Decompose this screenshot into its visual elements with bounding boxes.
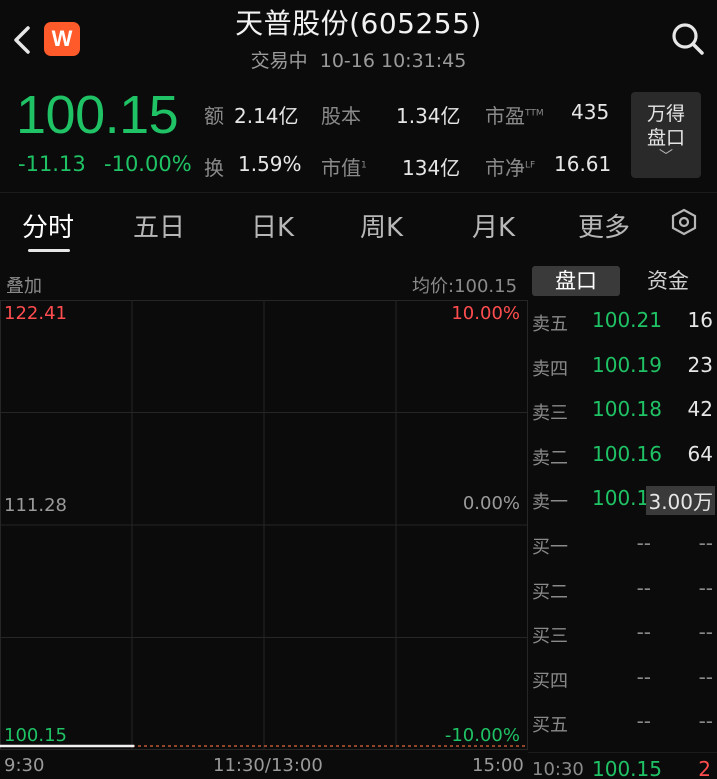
intraday-chart[interactable]	[0, 300, 528, 750]
pe-value: 435	[571, 100, 610, 124]
x-axis-close: 15:00	[472, 755, 524, 776]
buy-level-price: --	[636, 709, 651, 734]
sell-level-price: 100.18	[592, 397, 662, 422]
mktcap-label-text: 市值	[321, 156, 361, 180]
pb-value: 16.61	[554, 152, 612, 176]
wind-orderbook-button[interactable]: 万得 盘口 ﹀	[631, 92, 701, 178]
sell-level-price: 100.19	[592, 352, 662, 377]
quote-panel: 100.15 -11.13 -10.00% 额 2.14亿 换 1.59% 股本…	[0, 80, 717, 190]
price-change: -11.13	[18, 152, 86, 176]
y-axis-bottom-left: 100.15	[4, 725, 67, 746]
chevron-down-icon: ﹀	[659, 149, 673, 165]
timestamp: 10-16 10:31:45	[319, 50, 467, 72]
buy-level-price: --	[636, 620, 651, 645]
sell-row[interactable]: 卖二 100.16 64	[528, 434, 717, 478]
x-axis-open: 9:30	[4, 755, 45, 776]
buy-row[interactable]: 买三 -- --	[528, 612, 717, 656]
tab-intraday[interactable]: 分时	[22, 207, 74, 244]
buy-level-label: 买二	[532, 581, 568, 603]
buy-level-price: --	[636, 664, 651, 689]
buy-level-label: 买四	[532, 670, 568, 692]
sell-level-label: 卖一	[532, 492, 568, 514]
amount-label: 额	[204, 104, 224, 128]
pe-label-text: 市盈	[485, 104, 525, 128]
shares-label: 股本	[321, 104, 361, 128]
sell-level-label: 卖五	[532, 314, 568, 335]
buy-level-price: --	[636, 575, 651, 600]
tick-price: 100.15	[592, 757, 662, 779]
turnover-value: 1.59%	[238, 152, 302, 176]
pb-sup: LF	[525, 160, 536, 171]
active-tab-indicator	[28, 249, 70, 252]
tab-orderbook[interactable]: 盘口	[532, 266, 620, 296]
x-axis-midday: 11:30/13:00	[213, 755, 323, 776]
average-price: 均价:100.15	[412, 276, 518, 297]
stock-title: 天普股份(605255)	[235, 7, 482, 40]
turnover-label: 换	[204, 156, 224, 180]
wind-button-line2: 盘口	[646, 127, 685, 149]
tick-volume: 2	[698, 757, 711, 779]
buy-row[interactable]: 买五 -- --	[528, 701, 717, 745]
sell-level-price: 100.21	[592, 308, 662, 332]
buy-level-volume: --	[698, 664, 713, 689]
sell-level-volume: 3.00万	[646, 486, 715, 516]
buy-row[interactable]: 买四 -- --	[528, 657, 717, 701]
tab-weekly-k[interactable]: 周K	[360, 207, 403, 244]
buy-level-volume: --	[698, 531, 713, 555]
shares-value: 1.34亿	[396, 104, 461, 128]
last-price: 100.15	[16, 85, 179, 145]
sell-row[interactable]: 卖四 100.19 23	[528, 345, 717, 389]
pb-label: 市净LF	[485, 152, 535, 181]
orderbook-tabs: 盘口 资金	[532, 266, 717, 298]
sell-level-label: 卖二	[532, 447, 568, 469]
sell-row[interactable]: 卖三 100.18 42	[528, 389, 717, 433]
trading-status: 交易中 10-16 10:31:45	[0, 46, 717, 73]
buy-level-volume: --	[698, 620, 713, 645]
tab-more[interactable]: 更多	[578, 207, 630, 244]
y-axis-top-left: 122.41	[4, 303, 67, 324]
pe-sup: TTM	[525, 108, 544, 119]
y-axis-mid-right: 0.00%	[462, 493, 520, 514]
y-axis-bottom-right: -10.00%	[444, 725, 520, 746]
sell-level-volume: 42	[687, 397, 713, 422]
pe-label: 市盈TTM	[485, 100, 544, 129]
mktcap-value: 134亿	[402, 156, 461, 180]
sell-row[interactable]: 卖一 100.15 3.00万	[528, 478, 717, 522]
tab-daily-k[interactable]: 日K	[251, 207, 294, 244]
price-change-pct: -10.00%	[104, 152, 192, 176]
sell-level-volume: 23	[687, 352, 713, 377]
buy-level-volume: --	[698, 709, 713, 734]
status-text: 交易中	[250, 50, 308, 72]
wind-button-line1: 万得	[646, 103, 685, 125]
tick-row: 10:30 100.15 2	[528, 752, 717, 779]
y-axis-mid-left: 111.28	[4, 495, 67, 516]
y-axis-top-right: 10.00%	[451, 303, 520, 324]
buy-level-volume: --	[698, 575, 713, 600]
amount-value: 2.14亿	[234, 104, 299, 128]
sell-level-label: 卖四	[532, 358, 568, 380]
buy-level-label: 买三	[532, 626, 568, 648]
sell-level-label: 卖三	[532, 403, 568, 425]
tab-fund-flow[interactable]: 资金	[624, 266, 712, 296]
mktcap-sup: 1	[361, 160, 367, 171]
header-bar: W 天普股份(605255) 交易中 10-16 10:31:45	[0, 0, 717, 78]
mktcap-label: 市值1	[321, 152, 367, 181]
buy-level-label: 买五	[532, 715, 568, 737]
sell-row[interactable]: 卖五 100.21 16	[528, 300, 717, 344]
tab-monthly-k[interactable]: 月K	[472, 207, 515, 244]
sell-level-price: 100.16	[592, 441, 662, 466]
overlay-button[interactable]: 叠加	[6, 272, 42, 298]
tab-five-day[interactable]: 五日	[133, 207, 185, 244]
pb-label-text: 市净	[485, 156, 525, 180]
buy-row[interactable]: 买一 -- --	[528, 523, 717, 567]
buy-level-price: --	[636, 531, 651, 555]
sell-level-volume: 16	[687, 308, 713, 332]
tick-time: 10:30	[532, 759, 584, 779]
buy-row[interactable]: 买二 -- --	[528, 568, 717, 612]
sell-level-volume: 64	[687, 441, 713, 466]
buy-level-label: 买一	[532, 537, 568, 558]
settings-hexagon-icon[interactable]	[669, 207, 699, 237]
period-tabs: 分时 五日 日K 周K 月K 更多	[0, 192, 717, 256]
search-icon[interactable]	[669, 20, 707, 58]
